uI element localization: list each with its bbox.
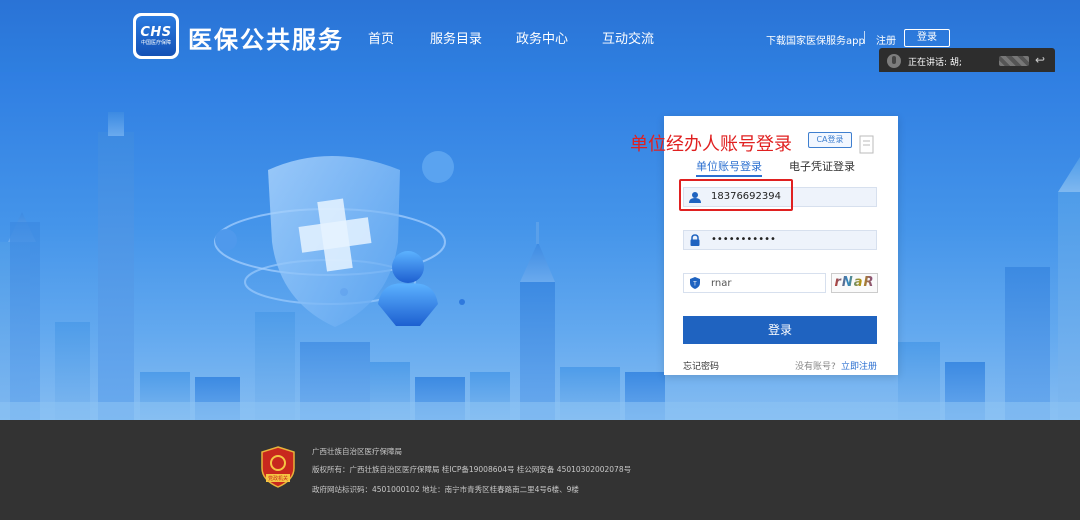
download-app-link[interactable]: 下载国家医保服务app xyxy=(766,32,865,47)
header-divider xyxy=(864,31,865,44)
logo-text: CHS xyxy=(140,24,172,40)
captcha-image-text: rNaR xyxy=(834,275,875,290)
tab-unit-account-login[interactable]: 单位账号登录 xyxy=(696,158,762,174)
logo-subtext: 中国医疗保障 xyxy=(140,39,171,46)
annotation-highlight-box xyxy=(679,179,793,211)
password-value: ••••••••••• xyxy=(711,234,776,245)
lock-icon xyxy=(690,234,700,246)
shield-check-icon: T xyxy=(690,277,700,289)
captcha-input[interactable]: T rnar xyxy=(683,273,826,293)
shield-illustration xyxy=(214,151,465,327)
header-login-button[interactable]: 登录 xyxy=(904,29,950,47)
certificate-icon[interactable] xyxy=(858,133,876,155)
login-submit-button[interactable]: 登录 xyxy=(683,316,877,344)
emblem-label: 党政机关 xyxy=(268,475,288,482)
captcha-image[interactable]: rNaR xyxy=(831,273,878,293)
forgot-password-link[interactable]: 忘记密码 xyxy=(683,359,719,372)
ca-login-tag[interactable]: CA登录 xyxy=(808,132,852,148)
captcha-value: rnar xyxy=(711,278,732,289)
party-government-emblem[interactable]: 党政机关 xyxy=(261,446,295,488)
password-field[interactable]: ••••••••••• xyxy=(683,230,877,250)
nav-government-center[interactable]: 政务中心 xyxy=(516,28,568,47)
blurred-name xyxy=(999,56,1029,66)
register-now-link[interactable]: 立即注册 xyxy=(841,359,877,372)
no-account-text: 没有账号? xyxy=(795,362,836,372)
site-title: 医保公共服务 xyxy=(188,26,344,54)
footer-copyright: 版权所有：广西壮族自治区医疗保障局 桂ICP备19008604号 桂公网安备 4… xyxy=(312,465,632,474)
return-icon[interactable]: ↩ xyxy=(1035,53,1045,67)
speaking-toast: 正在讲话: 胡; ↩ xyxy=(879,48,1055,74)
active-tab-indicator xyxy=(696,175,762,177)
nav-home[interactable]: 首页 xyxy=(368,28,394,47)
footer-org: 广西壮族自治区医疗保障局 xyxy=(312,447,402,456)
microphone-icon xyxy=(887,54,901,68)
speaking-text: 正在讲话: 胡; xyxy=(908,58,962,68)
tab-e-certificate-login[interactable]: 电子凭证登录 xyxy=(789,158,855,174)
svg-text:T: T xyxy=(693,282,697,288)
nav-interaction[interactable]: 互动交流 xyxy=(602,28,654,47)
footer-site-id: 政府网站标识码：4501000102 地址：南宁市青秀区桂春路南二里4号6楼、9… xyxy=(312,485,579,494)
chs-logo[interactable]: CHS 中国医疗保障 xyxy=(133,13,179,59)
hero-banner xyxy=(0,72,1080,420)
annotation-label: 单位经办人账号登录 xyxy=(630,134,792,155)
nav-service-catalog[interactable]: 服务目录 xyxy=(430,28,482,47)
header-register-link[interactable]: 注册 xyxy=(876,32,896,47)
